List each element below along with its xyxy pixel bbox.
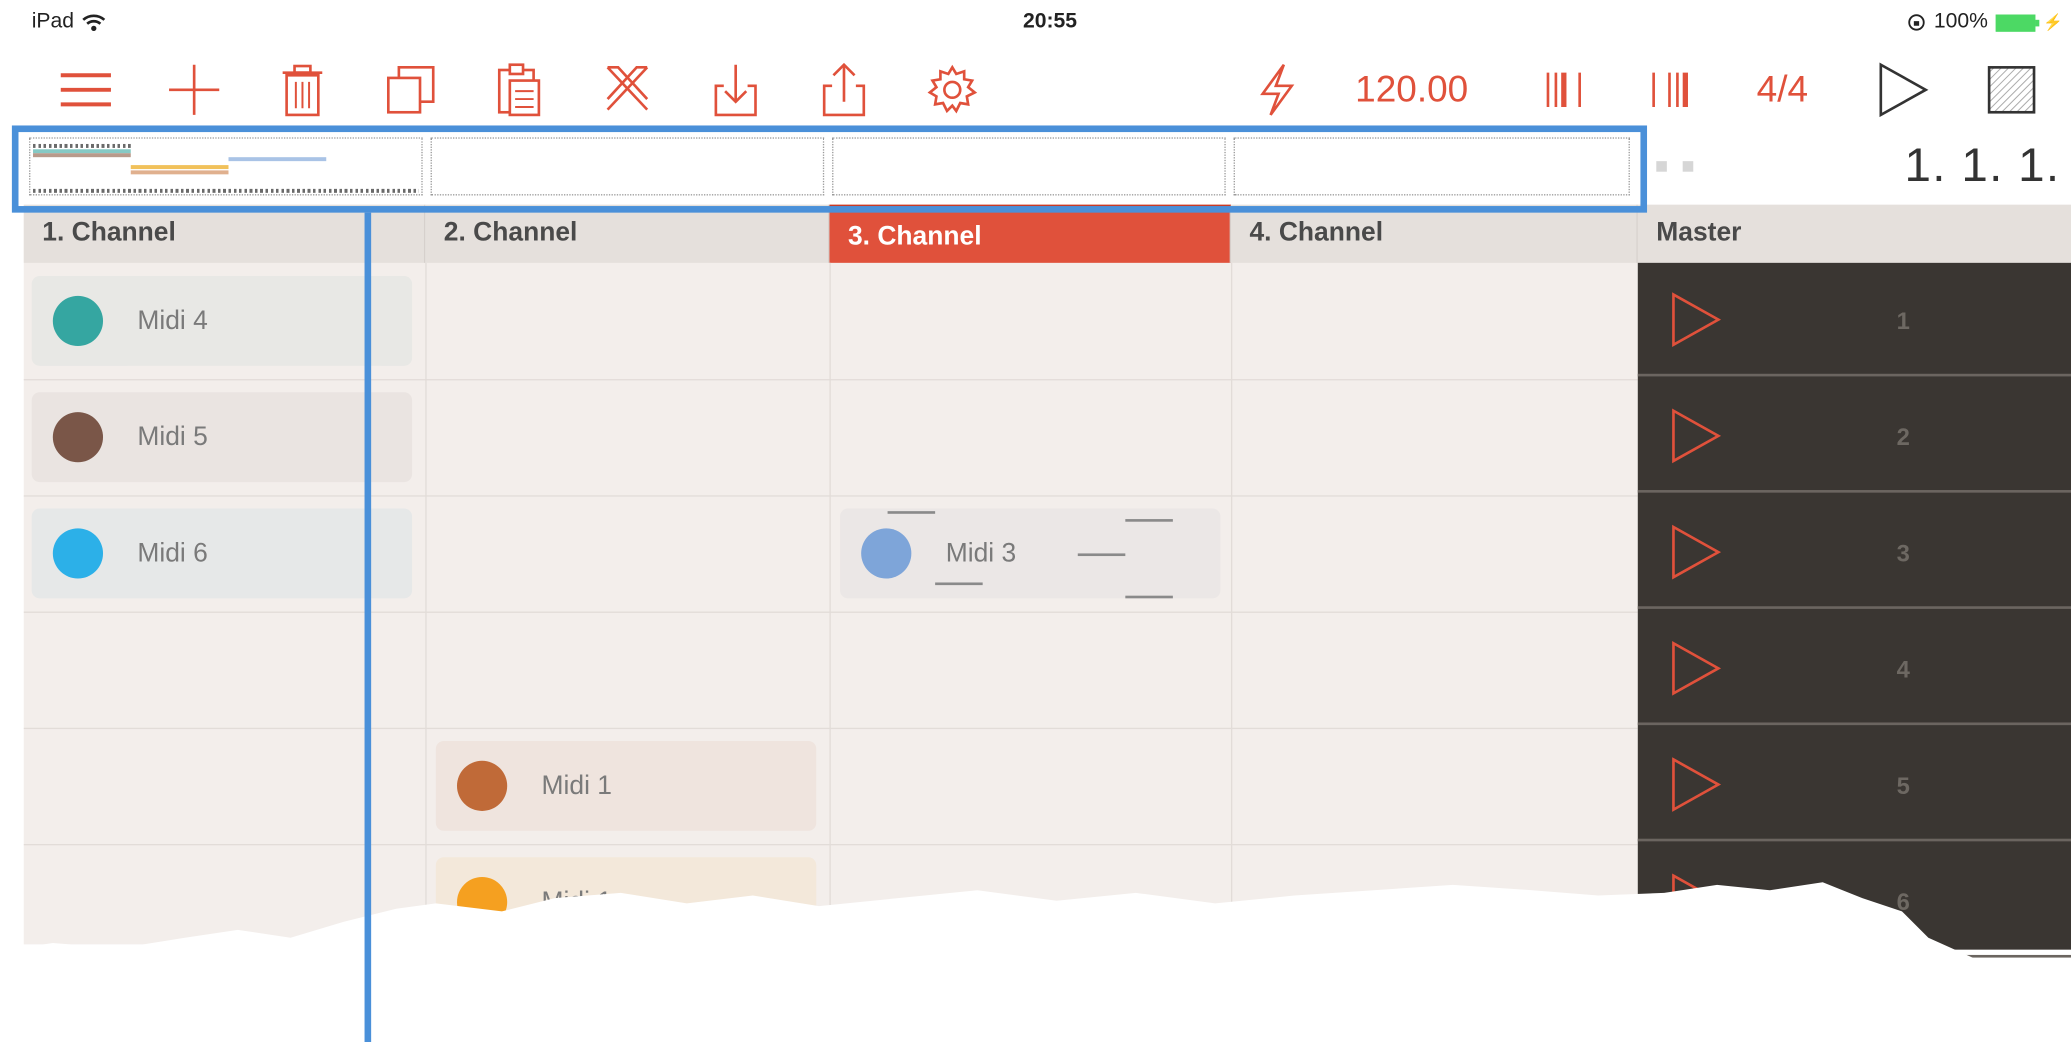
battery-percent: 100% — [1933, 10, 1988, 34]
export-icon[interactable] — [816, 61, 871, 119]
row-divider — [23, 495, 1638, 497]
status-right: 100% ⚡ — [1907, 11, 2063, 35]
scene-number: 2 — [1896, 423, 1910, 451]
scene-number: 3 — [1896, 540, 1910, 567]
midi-note-mark — [1077, 553, 1126, 557]
clip-color-dot — [52, 528, 104, 579]
clip-color-dot — [456, 760, 508, 811]
row-divider — [23, 379, 1638, 381]
page-dots — [1656, 161, 1694, 172]
scene-number: 5 — [1896, 772, 1910, 800]
scene-launch-row[interactable]: 2 — [1637, 379, 2071, 493]
copy-icon[interactable] — [383, 61, 438, 119]
play-icon[interactable] — [1669, 292, 1722, 347]
scene-launch-row[interactable]: 4 — [1637, 612, 2071, 726]
battery-icon — [1995, 14, 2040, 32]
clip-slot[interactable]: Midi 6 — [31, 508, 413, 599]
app-screen: iPad 20:55 100% ⚡ 120.00 4/4 1. 1. 1. 1.… — [0, 0, 2071, 1042]
scene-launch-row[interactable]: 5 — [1637, 728, 2071, 842]
status-time: 20:55 — [1023, 10, 1078, 34]
clip-label: Midi 1 — [541, 770, 613, 800]
channel-header-2[interactable]: 2. Channel — [425, 204, 830, 263]
clip-color-dot — [52, 412, 104, 463]
rotation-lock-icon — [1908, 14, 1925, 31]
clip-slot[interactable]: Midi 4 — [31, 276, 413, 366]
song-overview[interactable] — [24, 135, 1638, 196]
clip-slot[interactable]: Midi 3 — [840, 508, 1221, 599]
overview-channel-4[interactable] — [1233, 137, 1630, 196]
play-icon[interactable] — [1669, 757, 1722, 812]
overview-clip-bar — [130, 170, 229, 175]
overview-channel-1[interactable] — [29, 137, 423, 196]
midi-note-mark — [1125, 519, 1173, 522]
master-header: Master — [1637, 204, 2071, 263]
play-icon[interactable] — [1669, 408, 1722, 464]
play-icon[interactable] — [1876, 61, 1931, 119]
gear-icon[interactable] — [925, 61, 980, 119]
play-icon[interactable] — [1669, 640, 1722, 696]
row-divider — [23, 727, 1638, 730]
clip-label: Midi 6 — [137, 538, 208, 568]
midi-note-mark — [935, 582, 983, 586]
metronome-icon[interactable] — [1540, 61, 1595, 119]
highlight-pointer-line — [364, 212, 372, 1042]
scene-number: 4 — [1896, 656, 1910, 683]
play-icon[interactable] — [1669, 524, 1722, 580]
charging-icon: ⚡ — [2043, 13, 2064, 32]
channel-header-4[interactable]: 4. Channel — [1230, 204, 1638, 263]
scene-launch-row[interactable]: 1 — [1637, 263, 2071, 377]
lightning-icon[interactable] — [1249, 61, 1304, 119]
clip-slot[interactable]: Midi 5 — [31, 392, 413, 483]
add-icon[interactable] — [166, 61, 221, 119]
song-position: 1. 1. 1. — [1904, 137, 2061, 192]
clip-label: Midi 5 — [137, 421, 208, 452]
overview-channel-2[interactable] — [430, 137, 825, 196]
clip-slot[interactable]: Midi 1 — [435, 740, 817, 831]
scissors-icon[interactable] — [600, 61, 655, 119]
midi-note-mark — [1125, 595, 1173, 599]
clip-label: Midi 3 — [945, 538, 1017, 568]
channel-header-3[interactable]: 3. Channel — [829, 204, 1231, 263]
overview-clip-bar — [228, 157, 327, 162]
overview-clip-bar — [130, 165, 229, 170]
time-signature[interactable]: 4/4 — [1757, 61, 1808, 119]
paste-icon[interactable] — [491, 61, 546, 119]
loop-icon[interactable] — [1648, 61, 1703, 119]
midi-note-mark — [887, 511, 936, 514]
torn-edge-overlay — [0, 882, 2071, 1042]
scene-launch-row[interactable]: 3 — [1637, 495, 2071, 609]
tempo-display[interactable]: 120.00 — [1355, 61, 1468, 119]
clip-label: Midi 4 — [137, 305, 208, 335]
toolbar: 120.00 4/4 — [0, 48, 2071, 130]
clip-color-dot — [52, 295, 104, 347]
scene-number: 1 — [1896, 307, 1910, 335]
overview-clip-bar — [33, 153, 131, 158]
stop-icon[interactable] — [1984, 61, 2039, 119]
status-bar: iPad 20:55 100% ⚡ — [0, 0, 2071, 48]
import-icon[interactable] — [708, 61, 763, 119]
clip-grid: 1. Channel 2. Channel 3. Channel 4. Chan… — [23, 204, 2071, 958]
clip-color-dot — [861, 528, 912, 579]
overview-channel-3[interactable] — [832, 137, 1226, 196]
trash-icon[interactable] — [275, 61, 330, 119]
menu-icon[interactable] — [58, 61, 113, 119]
row-divider — [23, 611, 1638, 613]
